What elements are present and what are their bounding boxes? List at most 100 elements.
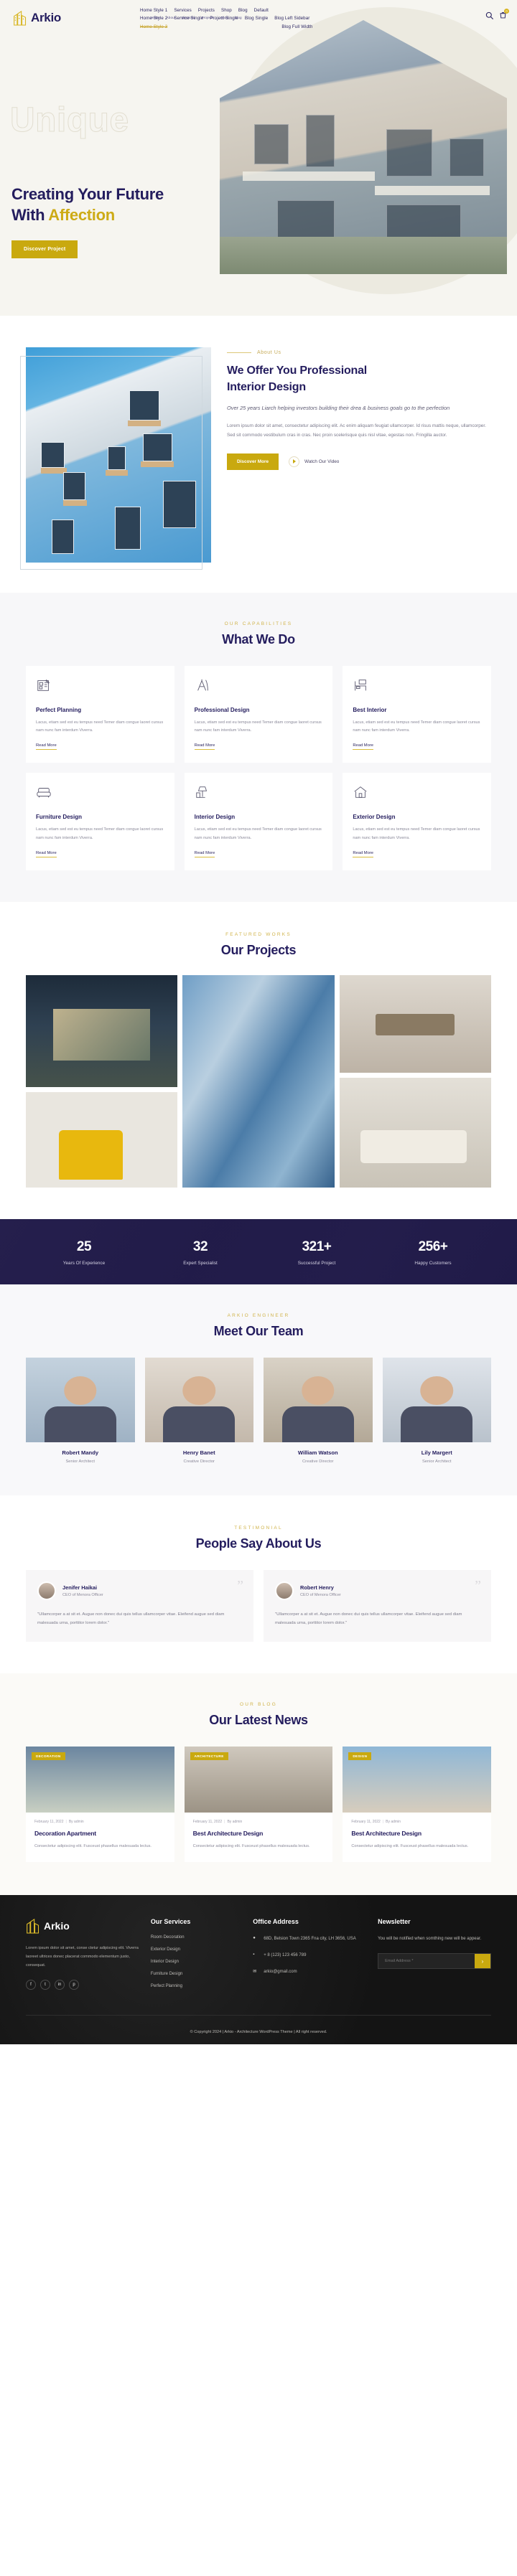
news-tag: DESIGN — [348, 1752, 372, 1760]
site-header: Arkio Home Style 1 Services Projects Sho… — [0, 0, 517, 34]
quote-icon: ” — [475, 1577, 481, 1594]
team-member-card[interactable]: Henry Banet Creative Director — [144, 1357, 253, 1464]
read-more-link[interactable]: Read More — [353, 851, 374, 857]
testimonial-name: Robert Henry — [300, 1584, 334, 1591]
team-member-card[interactable]: Robert Mandy Senior Architect — [26, 1357, 135, 1464]
team-section: ARKIO ENGINEER Meet Our Team Robert Mand… — [0, 1284, 517, 1495]
nav-item-blog-full-width[interactable]: Blog Full Width — [281, 24, 312, 29]
team-member-card[interactable]: Lily Margert Senior Architect — [382, 1357, 491, 1464]
cart-icon[interactable]: 0 — [498, 9, 509, 19]
avatar — [144, 1357, 253, 1442]
team-member-name: Henry Banet — [182, 1449, 215, 1456]
search-icon[interactable] — [485, 11, 493, 19]
hero-heading-accent: Affection — [48, 206, 115, 225]
linkedin-icon[interactable]: in — [55, 1979, 65, 1990]
news-meta: February 11, 2022 | By admin — [34, 1819, 84, 1824]
nav-item-services[interactable]: Services — [174, 8, 192, 13]
nav-item-default[interactable]: Default — [254, 8, 269, 13]
footer-email-row: ✉ arkio@gmail.com — [253, 1968, 366, 1976]
news-card[interactable]: ARCHITECTURE February 11, 2022 | By admin … — [184, 1746, 333, 1862]
team-title: Meet Our Team — [213, 1323, 304, 1338]
pinterest-icon[interactable]: p — [69, 1979, 79, 1990]
capability-card[interactable]: Professional Design Lacus, etiam sed est… — [184, 666, 333, 763]
nav-item-shop-sub[interactable]: Shop — [220, 16, 228, 19]
capability-card[interactable]: Perfect Planning Lacus, etiam sed est eu… — [26, 666, 174, 763]
news-eyebrow: OUR BLOG — [240, 1701, 277, 1707]
footer-email-text[interactable]: arkio@gmail.com — [264, 1968, 297, 1976]
read-more-link[interactable]: Read More — [353, 743, 374, 751]
capability-title: Perfect Planning — [36, 707, 82, 713]
facebook-icon[interactable]: f — [26, 1979, 36, 1990]
avatar — [275, 1581, 294, 1600]
hero-heading-line2: With — [11, 206, 49, 225]
capability-card[interactable]: Best Interior Lacus, etiam sed est eu te… — [343, 666, 491, 763]
news-title-text[interactable]: Decoration Apartment — [26, 1824, 174, 1837]
footer-phone-text[interactable]: + 8 (123) 123 456 789 — [264, 1952, 306, 1960]
bed-icon — [355, 680, 367, 691]
read-more-link[interactable]: Read More — [36, 743, 57, 751]
email-field[interactable] — [378, 1954, 475, 1969]
landing-page: Arkio Home Style 1 Services Projects Sho… — [0, 0, 517, 2044]
nav-item-projects[interactable]: Projects — [198, 8, 215, 13]
footer-link-exterior-design[interactable]: Exterior Design — [151, 1947, 241, 1952]
nav-row-primary: Home Style 1 Services Projects Shop Blog… — [140, 8, 481, 13]
stat-label: Happy Customers — [414, 1260, 452, 1266]
building-logo-icon — [27, 1918, 39, 1934]
projects-title: Our Projects — [220, 942, 297, 957]
team-member-card[interactable]: William Watson Creative Director — [264, 1357, 373, 1464]
project-tile-modern-house[interactable] — [26, 974, 178, 1088]
nav-item-projects-sub[interactable]: Projects — [202, 16, 214, 19]
watch-video-button[interactable]: Watch Our Video — [289, 456, 339, 467]
team-member-name: William Watson — [297, 1449, 338, 1456]
footer-address-heading: Office Address — [253, 1917, 299, 1925]
discover-more-button[interactable]: Discover More — [227, 453, 279, 470]
brand-logo[interactable]: Arkio — [13, 6, 61, 26]
project-tile-glass-tower[interactable] — [182, 974, 335, 1188]
news-thumbnail: ARCHITECTURE — [184, 1746, 333, 1813]
blueprint-icon — [37, 680, 50, 691]
read-more-link[interactable]: Read More — [194, 743, 215, 751]
capabilities-section: OUR CAPABILITIES What We Do Perfect Plan… — [0, 593, 517, 902]
footer-link-room-decoration[interactable]: Room Decoration — [151, 1935, 241, 1940]
nav-item-services-sub[interactable]: Services — [182, 16, 195, 19]
testimonial-text: "Ullamcorper a at sit et. Augue non done… — [37, 1612, 225, 1625]
stat-label: Years Of Experience — [62, 1260, 106, 1266]
brand-name: Arkio — [31, 11, 61, 24]
nav-item-shop[interactable]: Shop — [221, 8, 232, 13]
team-member-name: Lily Margert — [421, 1449, 452, 1456]
news-card[interactable]: DECORATION February 11, 2022 | By admin De… — [26, 1746, 174, 1862]
phone-icon: ▪ — [253, 1952, 255, 1957]
discover-project-button[interactable]: Discover Project — [11, 240, 78, 258]
footer-logo[interactable]: Arkio — [26, 1918, 139, 1934]
news-meta: February 11, 2022 | By admin — [351, 1819, 401, 1824]
footer-link-perfect-planning[interactable]: Perfect Planning — [151, 1984, 241, 1988]
nav-item-home-style-1[interactable]: Home Style 1 — [140, 8, 167, 13]
stat-label: Successful Project — [297, 1260, 336, 1266]
read-more-link[interactable]: Read More — [36, 851, 57, 857]
footer-brand-name: Arkio — [44, 1919, 70, 1932]
twitter-icon[interactable]: t — [40, 1979, 50, 1990]
testimonial-card: ” Robert Henry CEO of Menora Officer "Ul… — [264, 1569, 491, 1642]
nav-item-home[interactable]: Home — [151, 16, 160, 19]
nav-item-home-style-3[interactable]: Home Style 3 — [140, 24, 167, 29]
read-more-link[interactable]: Read More — [194, 851, 215, 857]
nav-item-blog-sub[interactable]: Blog — [235, 16, 242, 19]
project-tile-living-room[interactable] — [339, 1078, 491, 1188]
team-grid: Robert Mandy Senior Architect Henry Bane… — [26, 1357, 491, 1464]
footer-link-interior-design[interactable]: Interior Design — [151, 1960, 241, 1964]
projects-gallery — [26, 974, 491, 1188]
capability-card[interactable]: Exterior Design Lacus, etiam sed est eu … — [343, 773, 491, 870]
news-card[interactable]: DESIGN February 11, 2022 | By admin Best A… — [343, 1746, 491, 1862]
footer-link-furniture-design[interactable]: Furniture Design — [151, 1972, 241, 1976]
footer-social-links: f t in p — [26, 1979, 139, 1990]
nav-item-about[interactable]: About — [167, 16, 176, 19]
project-tile-yellow-armchair[interactable] — [26, 1092, 178, 1188]
capability-card[interactable]: Furniture Design Lacus, etiam sed est eu… — [26, 773, 174, 870]
project-tile-dining-room[interactable] — [339, 974, 491, 1073]
capability-card[interactable]: Interior Design Lacus, etiam sed est eu … — [184, 773, 333, 870]
news-title-text[interactable]: Best Architecture Design — [343, 1824, 491, 1837]
footer-newsletter-column: Newsletter You will be notified when som… — [378, 1918, 491, 1996]
news-title-text[interactable]: Best Architecture Design — [185, 1824, 333, 1837]
nav-item-blog[interactable]: Blog — [238, 8, 248, 13]
newsletter-submit-button[interactable]: › — [474, 1954, 490, 1969]
